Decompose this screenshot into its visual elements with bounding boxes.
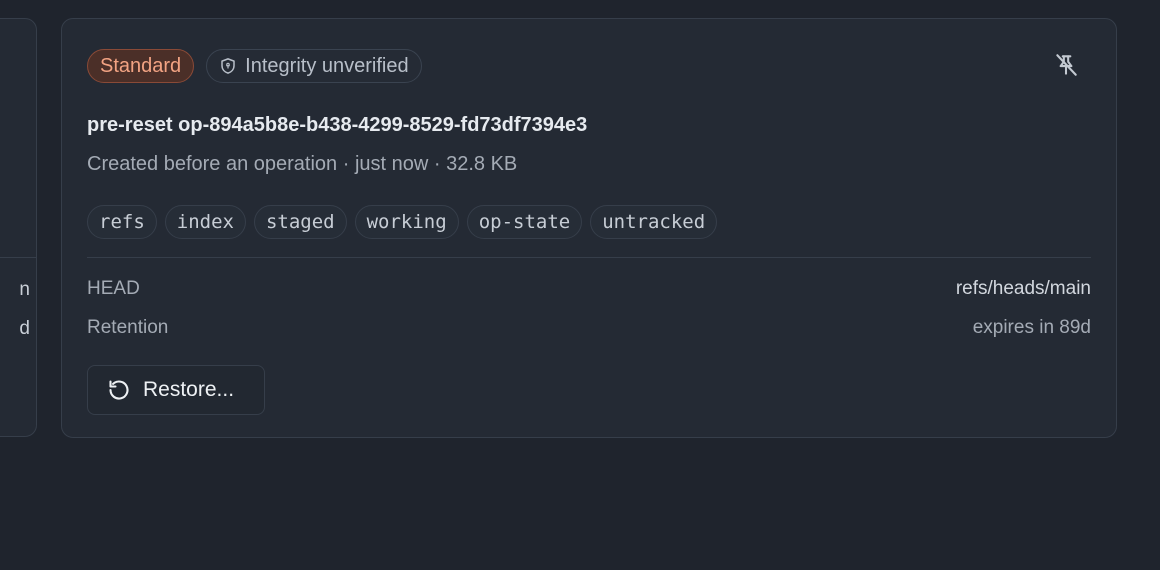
retention-row: Retention expires in 89d xyxy=(87,317,1091,339)
head-value: refs/heads/main xyxy=(955,278,1091,299)
tag-working: working xyxy=(354,205,459,239)
head-value-fragment: n xyxy=(19,279,30,300)
tag-op-state: op-state xyxy=(466,205,583,239)
badge-row: Standard Integrity unverified xyxy=(87,49,422,83)
retention-label: Retention xyxy=(87,317,169,338)
tag-untracked: untracked xyxy=(590,205,718,239)
retention-value-fragment: d xyxy=(19,318,30,339)
retention-value: expires in 89d xyxy=(972,317,1091,338)
shield-icon xyxy=(219,57,237,75)
tag-refs: refs xyxy=(87,205,157,239)
integrity-badge-label: Integrity unverified xyxy=(245,54,409,77)
tier-badge: Standard xyxy=(87,49,195,83)
pin-off-icon xyxy=(1053,52,1079,83)
restore-button-label: Restore... xyxy=(143,378,235,401)
snapshot-card: Standard Integrity unverified pre-reset … xyxy=(61,18,1117,438)
head-row: HEAD refs/heads/main xyxy=(87,278,1091,300)
snapshot-list: n d Standard Integrity unverified pre-re… xyxy=(0,0,1160,570)
tag-list: refs index staged working op-state untra… xyxy=(87,205,718,239)
card-divider xyxy=(87,257,1091,258)
tag-staged: staged xyxy=(253,205,347,239)
snapshot-title: pre-reset op-894a5b8e-b438-4299-8529-fd7… xyxy=(87,114,588,136)
head-label: HEAD xyxy=(87,278,140,299)
previous-snapshot-card: n d xyxy=(0,18,37,437)
card-divider xyxy=(0,257,36,258)
tag-index: index xyxy=(164,205,246,239)
unpin-button[interactable] xyxy=(1052,53,1080,81)
rotate-ccw-icon xyxy=(107,378,131,402)
restore-button[interactable]: Restore... xyxy=(87,365,265,415)
integrity-badge: Integrity unverified xyxy=(206,49,422,83)
snapshot-meta: Created before an operation · just now ·… xyxy=(87,153,518,175)
